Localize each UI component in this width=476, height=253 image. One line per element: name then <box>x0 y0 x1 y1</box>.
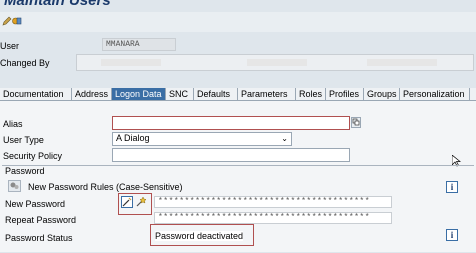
tab-parameters[interactable]: Parameters <box>238 88 296 100</box>
repeat-password-input[interactable]: **************************************** <box>154 212 392 224</box>
user-label: User <box>0 41 20 51</box>
new-password-label: New Password <box>5 199 66 209</box>
password-status-label: Password Status <box>5 233 73 243</box>
user-type-label: User Type <box>3 135 44 145</box>
tab-groups[interactable]: Groups <box>364 88 400 100</box>
info-icon[interactable]: i <box>446 181 458 193</box>
chevron-down-icon: ⌄ <box>281 134 288 143</box>
security-policy-input[interactable] <box>112 148 350 162</box>
repeat-password-label: Repeat Password <box>5 215 77 225</box>
security-policy-label: Security Policy <box>3 151 63 161</box>
info-icon-status[interactable]: i <box>446 229 458 241</box>
expand-icon[interactable] <box>351 117 361 128</box>
redacted-block <box>367 59 437 66</box>
password-section-title: Password <box>5 166 45 176</box>
redacted-block <box>101 59 161 66</box>
changed-by-value <box>76 54 474 71</box>
redacted-block <box>247 59 307 66</box>
toolbar <box>0 12 476 32</box>
tab-documentation[interactable]: Documentation <box>0 88 72 100</box>
tab-personalization[interactable]: Personalization <box>400 88 470 100</box>
alias-label: Alias <box>3 119 23 129</box>
tab-roles[interactable]: Roles <box>296 88 326 100</box>
tab-address[interactable]: Address <box>72 88 112 100</box>
tab-overflow[interactable] <box>470 88 476 100</box>
window-title: Maintain Users <box>4 0 111 9</box>
changed-by-label: Changed By <box>0 58 50 68</box>
user-type-select[interactable]: A Dialog ⌄ <box>112 132 292 146</box>
alias-input[interactable] <box>112 116 350 130</box>
pencil-icon[interactable] <box>2 16 12 26</box>
wand-icon[interactable] <box>135 196 147 208</box>
user-value: MMANARA <box>102 38 176 51</box>
toggle-icon[interactable] <box>12 16 22 26</box>
tab-profiles[interactable]: Profiles <box>326 88 364 100</box>
tab-defaults[interactable]: Defaults <box>194 88 238 100</box>
generate-password-icon[interactable] <box>121 196 133 208</box>
user-type-value: A Dialog <box>116 133 150 143</box>
rules-icon[interactable] <box>8 180 21 192</box>
tab-snc[interactable]: SNC <box>166 88 194 100</box>
password-status-value: Password deactivated <box>155 231 244 241</box>
tab-logon-data[interactable]: Logon Data <box>112 88 166 100</box>
password-rules-label: New Password Rules (Case-Sensitive) <box>28 182 183 192</box>
new-password-input[interactable]: **************************************** <box>154 196 392 208</box>
